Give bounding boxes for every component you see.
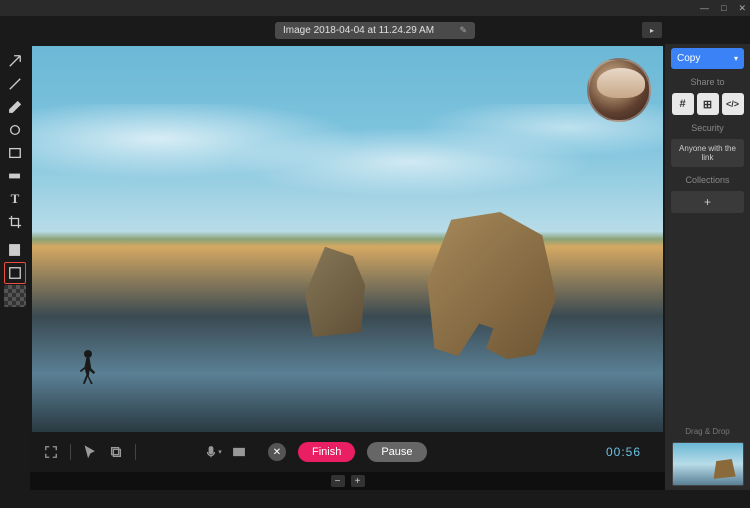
layers-icon[interactable] bbox=[107, 443, 125, 461]
arrow-tool[interactable] bbox=[4, 50, 26, 72]
separator bbox=[70, 444, 71, 460]
top-bar: Image 2018-04-04 at 11.24.29 AM ✎ ▸ bbox=[0, 16, 750, 44]
camera-icon[interactable] bbox=[230, 443, 248, 461]
add-collection-button[interactable]: + bbox=[671, 191, 744, 213]
main-area: T ▾ ✕ Finish Pause 00:56 bbox=[0, 44, 750, 490]
webcam-overlay[interactable] bbox=[587, 58, 651, 122]
separator bbox=[135, 444, 136, 460]
cursor-icon[interactable] bbox=[81, 443, 99, 461]
rectangle-tool[interactable] bbox=[4, 142, 26, 164]
sky-clouds bbox=[32, 104, 663, 220]
dragdrop-label: Drag & Drop bbox=[671, 427, 744, 436]
text-tool[interactable]: T bbox=[4, 188, 26, 210]
pen-tool[interactable] bbox=[4, 96, 26, 118]
transparency-tool[interactable] bbox=[4, 285, 26, 307]
expand-panel-button[interactable]: ▸ bbox=[642, 22, 662, 38]
left-toolbar: T bbox=[0, 44, 30, 490]
shareto-label: Share to bbox=[671, 77, 744, 87]
crop-tool[interactable] bbox=[4, 211, 26, 233]
stop-button[interactable]: ✕ bbox=[268, 443, 286, 461]
security-button[interactable]: Anyone with the link bbox=[671, 139, 744, 167]
filename-pill[interactable]: Image 2018-04-04 at 11.24.29 AM ✎ bbox=[275, 22, 475, 39]
ellipse-tool[interactable] bbox=[4, 119, 26, 141]
trello-icon[interactable]: ⊞ bbox=[697, 93, 719, 115]
runner-silhouette bbox=[76, 350, 100, 386]
pause-button[interactable]: Pause bbox=[367, 442, 426, 462]
thumbnail[interactable] bbox=[672, 442, 744, 486]
pencil-icon[interactable]: ✎ bbox=[459, 25, 467, 36]
share-icons: # ⊞ </> bbox=[671, 93, 744, 115]
collections-label: Collections bbox=[671, 175, 744, 185]
zoom-bar: − + bbox=[30, 472, 665, 490]
copy-button[interactable]: Copy bbox=[671, 48, 744, 69]
border-tool[interactable] bbox=[4, 262, 26, 284]
recording-controls: ▾ ✕ Finish Pause 00:56 bbox=[30, 432, 665, 472]
rock-arch bbox=[423, 212, 563, 367]
finish-button[interactable]: Finish bbox=[298, 442, 355, 462]
line-tool[interactable] bbox=[4, 73, 26, 95]
right-sidebar: Copy Share to # ⊞ </> Security Anyone wi… bbox=[665, 44, 750, 490]
canvas[interactable] bbox=[32, 46, 663, 432]
blur-tool[interactable] bbox=[4, 165, 26, 187]
canvas-area: ▾ ✕ Finish Pause 00:56 − + bbox=[30, 44, 665, 490]
resize-tool[interactable] bbox=[4, 239, 26, 261]
embed-icon[interactable]: </> bbox=[722, 93, 744, 115]
copy-label: Copy bbox=[677, 53, 700, 64]
close-button[interactable]: ✕ bbox=[738, 3, 746, 14]
window-titlebar: — □ ✕ bbox=[0, 0, 750, 16]
zoom-out-button[interactable]: − bbox=[331, 475, 345, 487]
filename-text: Image 2018-04-04 at 11.24.29 AM bbox=[283, 25, 451, 36]
recording-timer: 00:56 bbox=[606, 445, 641, 459]
fullscreen-icon[interactable] bbox=[42, 443, 60, 461]
slack-icon[interactable]: # bbox=[672, 93, 694, 115]
minimize-button[interactable]: — bbox=[700, 3, 709, 13]
mic-icon[interactable]: ▾ bbox=[204, 443, 222, 461]
security-label: Security bbox=[671, 123, 744, 133]
zoom-in-button[interactable]: + bbox=[351, 475, 365, 487]
maximize-button[interactable]: □ bbox=[721, 3, 726, 13]
rock-formation bbox=[297, 247, 377, 342]
